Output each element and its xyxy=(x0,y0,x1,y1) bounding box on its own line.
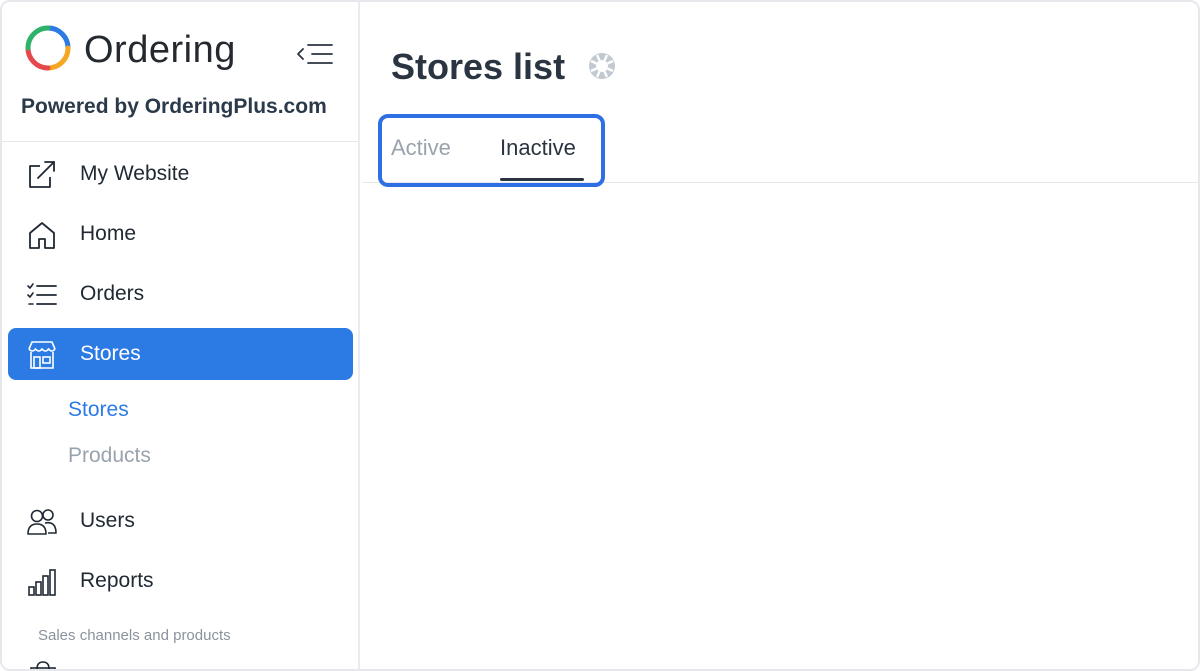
main-content: Stores list Active Inactive xyxy=(362,2,1198,669)
sidebar-subitem-stores[interactable]: Stores xyxy=(68,397,129,423)
sidebar-item-label: Reports xyxy=(80,569,154,592)
sidebar-item-stores[interactable]: Stores xyxy=(8,328,353,380)
sidebar-item-my-website[interactable]: My Website xyxy=(8,148,353,200)
sidebar-item-reports[interactable]: Reports xyxy=(8,555,353,607)
sidebar-item-users[interactable]: Users xyxy=(8,495,353,547)
sidebar-item-partial[interactable] xyxy=(8,658,353,669)
sidebar-item-orders[interactable]: Orders xyxy=(8,268,353,320)
sidebar-item-home[interactable]: Home xyxy=(8,208,353,260)
brand-name: Ordering xyxy=(84,29,236,71)
collapse-sidebar-icon[interactable] xyxy=(294,40,336,70)
powered-by-text: Powered by OrderingPlus.com xyxy=(21,95,327,118)
sidebar-item-label: Home xyxy=(80,222,137,245)
app-window: Ordering Powered by OrderingPlus.com My … xyxy=(0,0,1200,671)
lifebuoy-help-icon[interactable] xyxy=(586,50,618,82)
home-icon xyxy=(29,222,55,249)
sidebar-item-label: Users xyxy=(80,509,135,532)
sidebar-item-label: Orders xyxy=(80,282,145,305)
page-title: Stores list xyxy=(391,46,566,87)
shopping-bag-icon xyxy=(30,661,56,669)
sidebar: Ordering Powered by OrderingPlus.com My … xyxy=(2,2,360,669)
users-icon xyxy=(27,509,57,535)
sidebar-item-label: Stores xyxy=(80,342,141,365)
section-label-sales-channels: Sales channels and products xyxy=(38,627,231,644)
store-icon xyxy=(28,341,56,369)
sidebar-subitem-products[interactable]: Products xyxy=(68,443,151,469)
tab-selected-indicator xyxy=(500,178,584,181)
tab-inactive[interactable]: Inactive xyxy=(500,134,576,162)
bar-chart-icon xyxy=(28,569,56,596)
tab-active[interactable]: Active xyxy=(391,134,451,162)
brand-header: Ordering Powered by OrderingPlus.com xyxy=(2,2,358,142)
sidebar-item-label: My Website xyxy=(80,162,190,185)
external-link-icon xyxy=(29,161,55,188)
ordering-logo-icon xyxy=(25,25,71,71)
list-icon xyxy=(27,283,57,305)
